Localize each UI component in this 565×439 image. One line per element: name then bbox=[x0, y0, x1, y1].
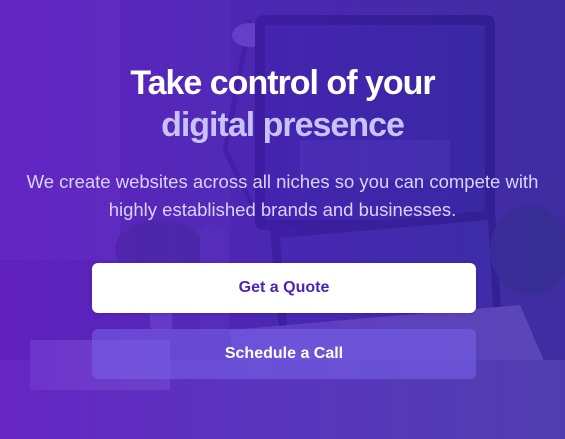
get-quote-button[interactable]: Get a Quote bbox=[92, 263, 476, 313]
hero-content: Take control of your digital presence We… bbox=[0, 0, 565, 439]
headline-line-1: Take control of your bbox=[130, 64, 435, 102]
hero-headline: Take control of your digital presence bbox=[0, 62, 565, 146]
hero-section: Take control of your digital presence We… bbox=[0, 0, 565, 439]
hero-subtext: We create websites across all niches so … bbox=[26, 171, 539, 220]
headline-line-2: digital presence bbox=[161, 106, 405, 144]
schedule-call-button[interactable]: Schedule a Call bbox=[92, 329, 476, 379]
